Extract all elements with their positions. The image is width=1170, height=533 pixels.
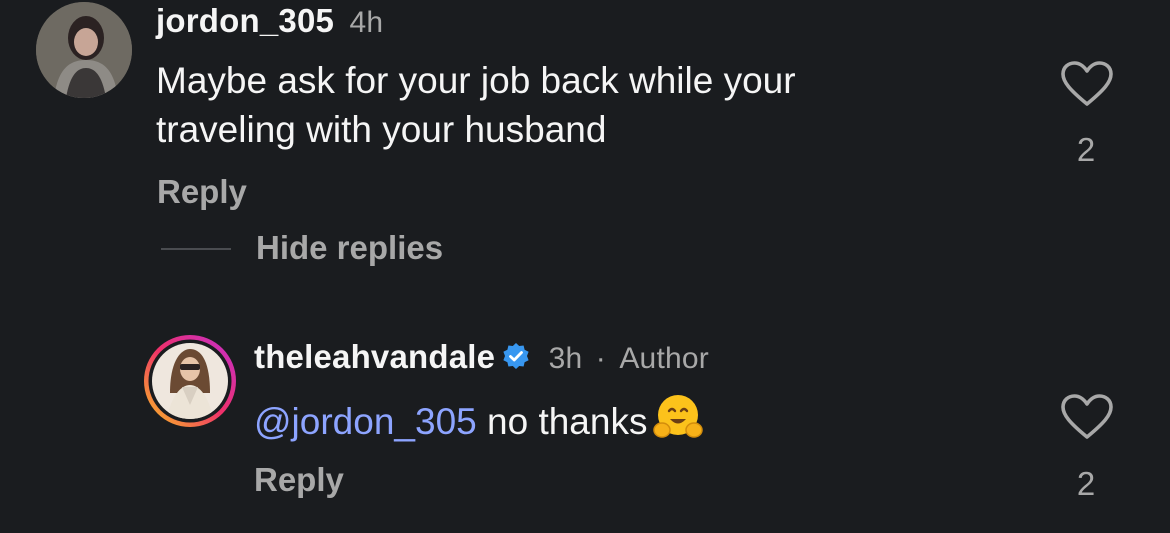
story-ring-avatar [144,335,236,427]
comment-text-line-2: traveling with your husband [156,109,607,150]
reply-text-body: no thanks [476,401,648,442]
like-count: 2 [1076,131,1096,168]
reply-button[interactable]: Reply [157,173,247,211]
commenter-avatar[interactable] [36,2,132,98]
comments-thread: jordon_305 4h Maybe ask for your job bac… [0,0,1170,533]
hugging-face-emoji-icon [653,395,704,438]
meta-separator: · [595,342,606,375]
author-username-row: theleahvandale 3h · Author [254,338,709,376]
like-count: 2 [1076,465,1096,502]
reply-button[interactable]: Reply [254,461,344,499]
reply-text: @jordon_305 no thanks [254,392,705,446]
author-username[interactable]: theleahvandale [254,338,495,375]
comment-timestamp: 4h [349,6,384,39]
author-avatar[interactable] [142,333,238,429]
commenter-username[interactable]: jordon_305 [156,2,334,39]
verified-badge-icon [503,343,529,369]
avatar-photo [36,2,132,98]
replies-divider [161,248,231,250]
comment-text-line-1: Maybe ask for your job back while your [156,60,796,101]
author-label: Author [619,342,709,375]
hide-replies-button[interactable]: Hide replies [256,229,443,267]
comment-text: Maybe ask for your job back while your t… [156,56,796,154]
heart-icon[interactable] [1060,393,1114,441]
mention-link[interactable]: @jordon_305 [254,401,477,442]
heart-icon[interactable] [1060,60,1114,108]
reply-timestamp: 3h [548,342,583,375]
commenter-username-row: jordon_305 4h [156,2,383,40]
